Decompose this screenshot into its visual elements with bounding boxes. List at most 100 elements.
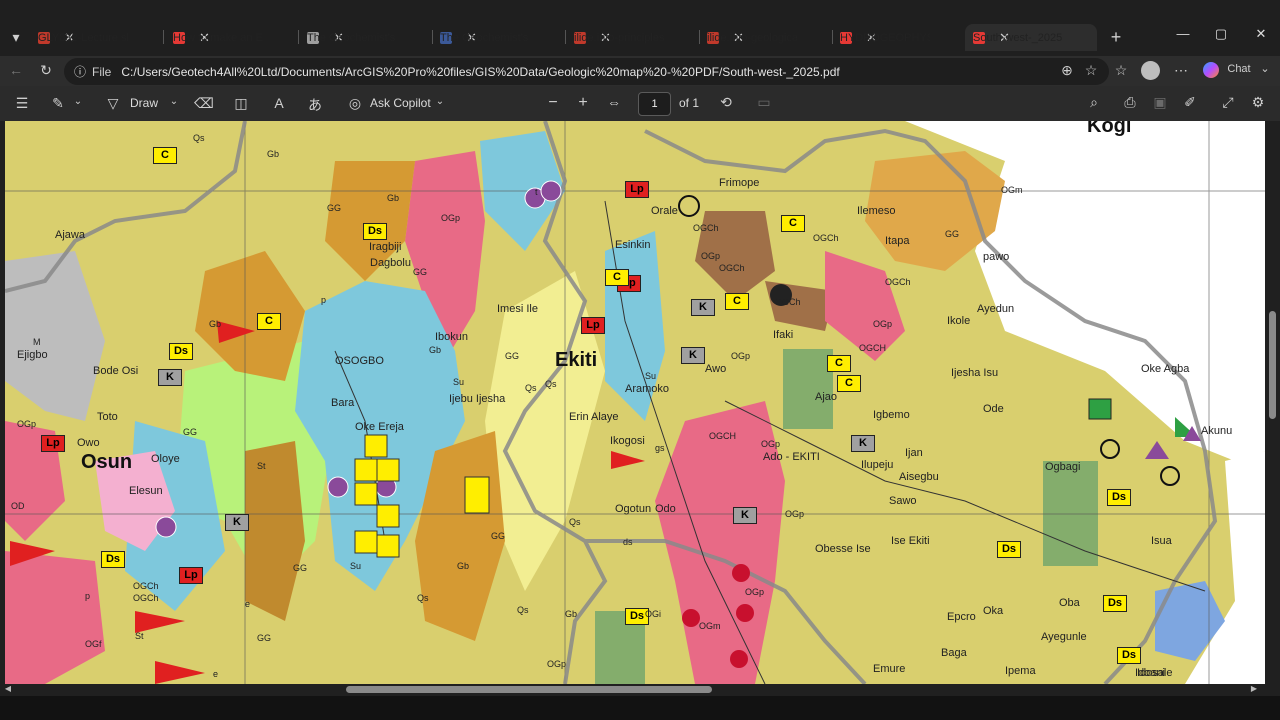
map-unit-label: OGCh [719,263,745,273]
favorites-icon[interactable]: ☆ [1112,62,1130,79]
vertical-scrollbar[interactable] [1266,121,1280,684]
tab-label: South-west-_2025.pdf [973,31,1063,44]
map-place-label: Esinkin [615,239,651,251]
fullscreen-icon[interactable]: ⤢ [1218,94,1238,111]
rotate-icon[interactable]: ⟲ [716,94,736,111]
draw-icon[interactable]: ▽ [104,95,122,112]
map-place-label: Odo [655,503,676,515]
highlight-chevron-icon[interactable]: ⌄ [72,96,84,107]
save-as-icon[interactable]: ✐ [1180,94,1200,111]
page-count: of 1 [679,96,700,110]
copilot-chevron-icon[interactable]: ⌄ [434,96,446,107]
tab[interactable]: ilide.info-geological ✕ [699,24,831,51]
search-icon[interactable]: ⌕ [1084,94,1104,111]
print-icon[interactable]: ⎙ [1120,94,1140,111]
map-unit-box: K [681,347,705,364]
ask-copilot-icon[interactable]: ◎ [346,95,364,112]
draw-chevron-icon[interactable]: ⌄ [168,96,180,107]
eraser-icon[interactable]: ⌫ [194,95,214,112]
tab[interactable]: The Geochemist's W✕ [299,24,431,51]
save-icon[interactable]: ▣ [1150,94,1170,111]
tab[interactable]: HYDROGEOPHYSIC✕ [832,24,964,51]
tab[interactable]: GLY832-Lecture slid ✕ [30,24,162,51]
geologic-map[interactable]: Kogi Frimope Ilemeso Itapa pawo Orale Esinkin I… [5,121,1265,684]
scroll-right-icon[interactable]: ▶ [1250,684,1258,693]
draw-button[interactable]: Draw [130,96,158,110]
map-place-label: Ayedun [977,303,1015,315]
pdf-viewport[interactable]: Kogi Frimope Ilemeso Itapa pawo Orale Esinkin I… [0,121,1280,684]
horizontal-scroll-thumb[interactable] [346,686,712,693]
tab-search-icon[interactable]: ▾ [8,29,24,46]
restore-icon[interactable]: ▢ [1206,26,1236,42]
map-unit-label: gs [655,443,665,453]
map-place-label: Ekiti [555,349,598,371]
new-tab-icon[interactable]: + [1106,27,1126,48]
url-field[interactable]: ⓘ File C:/Users/Geotech4All%20Ltd/Docume… [64,58,1109,85]
map-unit-label: Su [645,371,657,381]
map-place-label: Oke Ereja [355,421,404,433]
copilot-icon[interactable] [1203,62,1219,78]
map-unit-label: OGm [1001,185,1023,195]
tab[interactable]: South-west-_2025.pdf✕ [965,24,1097,51]
map-unit-label: OGCh [885,277,911,287]
map-place-label: Aisegbu [899,471,939,483]
map-unit-box: C [257,313,281,330]
tab-label: ilide.info-principles [574,31,664,44]
map-unit-label: Su [350,561,362,571]
tab-label: The Geochemist's W [440,31,530,44]
map-unit-label: e [213,669,219,679]
horizontal-scrollbar[interactable]: ◀ ▶ [0,684,1280,696]
tab[interactable]: The Geochemist's W✕ [432,24,564,51]
map-unit-label: Gb [457,561,470,571]
ask-copilot-button[interactable]: Ask Copilot [370,96,431,110]
sidebar-chevron-icon[interactable]: ⌄ [1258,62,1272,75]
map-place-label: Akunu [1201,425,1233,437]
map-place-label: Igbemo [873,409,910,421]
map-unit-label: OGp [761,439,781,449]
info-icon[interactable]: ⓘ [74,63,86,80]
zoom-in-icon[interactable]: + [574,94,592,112]
zoom-out-icon[interactable]: − [544,94,562,112]
map-place-label: Baga [941,647,967,659]
map-place-label: Obesse Ise [815,543,871,555]
map-unit-box: Ds [1103,595,1127,612]
map-unit-label: M [33,337,41,347]
map-unit-box: K [733,507,757,524]
fit-page-icon[interactable]: ⇔ [604,94,624,110]
map-unit-label: GG [413,267,428,277]
map-unit-label: Gb [565,609,578,619]
profile-avatar[interactable] [1141,61,1160,80]
tab[interactable]: How to make an Eh ✕ [165,24,297,51]
map-place-label: Toto [97,411,118,423]
zoom-icon[interactable]: ⊕ [1058,62,1076,79]
two-page-icon[interactable]: ▭ [754,94,774,111]
back-icon[interactable]: ← [6,62,26,78]
chat-label[interactable]: Chat [1224,63,1254,75]
minimize-icon[interactable]: — [1168,26,1198,41]
map-place-label: Owo [77,437,100,449]
tab-label: GLY832-Lecture slid [38,31,128,44]
tab-bar: ▾ GLY832-Lecture slid ✕ How to make an Eh ✕… [0,0,1280,56]
settings-gear-icon[interactable]: ⚙ [1248,94,1268,111]
contents-icon[interactable]: ☰ [12,95,32,112]
map-place-label: Iragbiji [369,241,402,253]
tab[interactable]: ilide.info-principles ✕ [566,24,698,51]
page-number-input[interactable]: 1 [638,92,671,116]
close-window-icon[interactable]: ✕ [1246,26,1276,42]
vertical-scroll-thumb[interactable] [1269,311,1276,419]
more-icon[interactable]: ⋯ [1172,62,1190,79]
reload-icon[interactable]: ↻ [36,62,56,79]
translate-icon[interactable]: あ [306,95,324,115]
map-unit-label: OGCh [813,233,839,243]
scroll-left-icon[interactable]: ◀ [4,684,12,693]
highlight-icon[interactable]: ✎ [48,95,68,112]
favorite-star-icon[interactable]: ☆ [1082,62,1100,79]
read-aloud-icon[interactable]: A [270,95,288,111]
map-place-label: Awo [705,363,727,375]
map-unit-label: Qs [417,593,429,603]
page-view-icon[interactable]: ◫ [232,95,250,112]
map-unit-box: K [225,514,249,531]
map-unit-label: OD [11,501,25,511]
map-place-label: Idosale [1137,667,1173,679]
tab-label: ilide.info-geological [707,31,797,44]
